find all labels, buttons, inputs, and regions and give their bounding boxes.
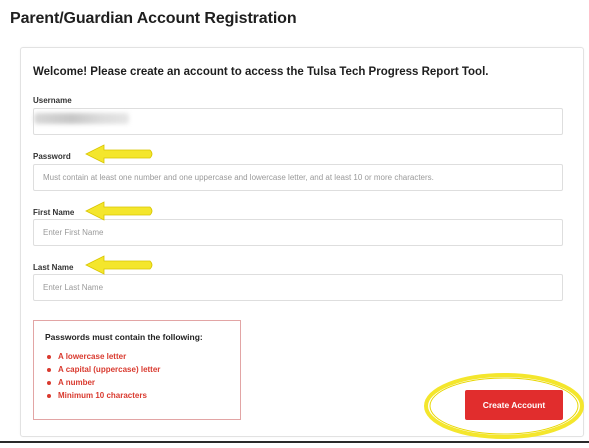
last-name-input[interactable] xyxy=(33,274,563,301)
first-name-input[interactable] xyxy=(33,219,563,246)
bottom-divider xyxy=(0,441,589,443)
create-account-button[interactable]: Create Account xyxy=(465,390,563,420)
username-label: Username xyxy=(33,96,72,105)
yellow-left-arrow-icon xyxy=(85,144,153,164)
password-input[interactable] xyxy=(33,164,563,191)
page-title: Parent/Guardian Account Registration xyxy=(10,10,297,27)
username-blurred-value xyxy=(34,113,129,124)
yellow-left-arrow-icon xyxy=(85,201,153,221)
yellow-left-arrow-icon xyxy=(85,255,153,275)
welcome-message: Welcome! Please create an account to acc… xyxy=(33,66,489,78)
